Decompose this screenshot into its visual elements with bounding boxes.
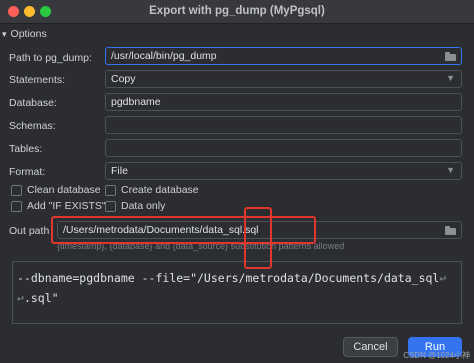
statements-value: Copy [111, 73, 136, 85]
window-title: Export with pg_dump (MyPgsql) [149, 5, 325, 17]
format-select[interactable]: File ▼ [105, 162, 462, 180]
wrap-icon: ↩ [439, 271, 447, 285]
statements-select[interactable]: Copy ▼ [105, 70, 462, 88]
path-to-pg-dump-field[interactable]: /usr/local/bin/pg_dump [105, 47, 462, 65]
if-exists-label: Add "IF EXISTS" [27, 200, 106, 212]
wrap-icon: ↩ [17, 291, 24, 305]
chevron-down-icon: ▼ [446, 73, 455, 83]
if-exists-checkbox[interactable]: Add "IF EXISTS" [11, 200, 106, 212]
tables-label: Tables: [9, 143, 43, 155]
folder-icon[interactable] [445, 226, 456, 235]
command-line-1: --dbname=pgdbname --file="/Users/metroda… [17, 271, 440, 285]
format-value: File [111, 165, 128, 177]
create-database-checkbox[interactable]: Create database [105, 184, 199, 196]
schemas-field[interactable] [105, 116, 462, 134]
watermark: CSDN @1024小神 [403, 351, 470, 360]
options-label: Options [10, 28, 47, 40]
options-toggle[interactable]: ▾ Options [2, 27, 47, 41]
tables-field[interactable] [105, 139, 462, 157]
checkbox-box[interactable] [11, 200, 22, 212]
title-bar: Export with pg_dump (MyPgsql) [0, 0, 474, 24]
clean-database-checkbox[interactable]: Clean database [11, 184, 101, 196]
chevron-down-icon: ▼ [446, 165, 455, 175]
path-to-pg-dump-value: /usr/local/bin/pg_dump [111, 50, 217, 62]
checkbox-box[interactable] [105, 184, 116, 196]
database-label: Database: [9, 97, 57, 109]
out-path-label: Out path [9, 225, 50, 237]
schemas-label: Schemas: [9, 120, 56, 132]
data-only-checkbox[interactable]: Data only [105, 200, 165, 212]
highlight-box-out-path [51, 216, 316, 244]
statements-label: Statements: [9, 74, 66, 86]
data-only-label: Data only [121, 200, 166, 212]
path-to-pg-dump-label: Path to pg_dump: [9, 52, 92, 64]
highlight-box-extension [244, 207, 272, 269]
cancel-button[interactable]: Cancel [343, 337, 398, 357]
format-label: Format: [9, 166, 46, 178]
chevron-down-icon: ▾ [2, 28, 7, 39]
clean-database-label: Clean database [27, 184, 101, 196]
command-line-2: .sql" [23, 291, 59, 305]
database-field[interactable]: pgdbname [105, 93, 462, 111]
checkbox-box[interactable] [105, 200, 116, 212]
database-value: pgdbname [111, 96, 161, 108]
checkbox-box[interactable] [11, 184, 22, 196]
command-preview: --dbname=pgdbname --file="/Users/metroda… [12, 261, 462, 324]
create-database-label: Create database [121, 184, 199, 196]
folder-icon[interactable] [445, 52, 456, 61]
